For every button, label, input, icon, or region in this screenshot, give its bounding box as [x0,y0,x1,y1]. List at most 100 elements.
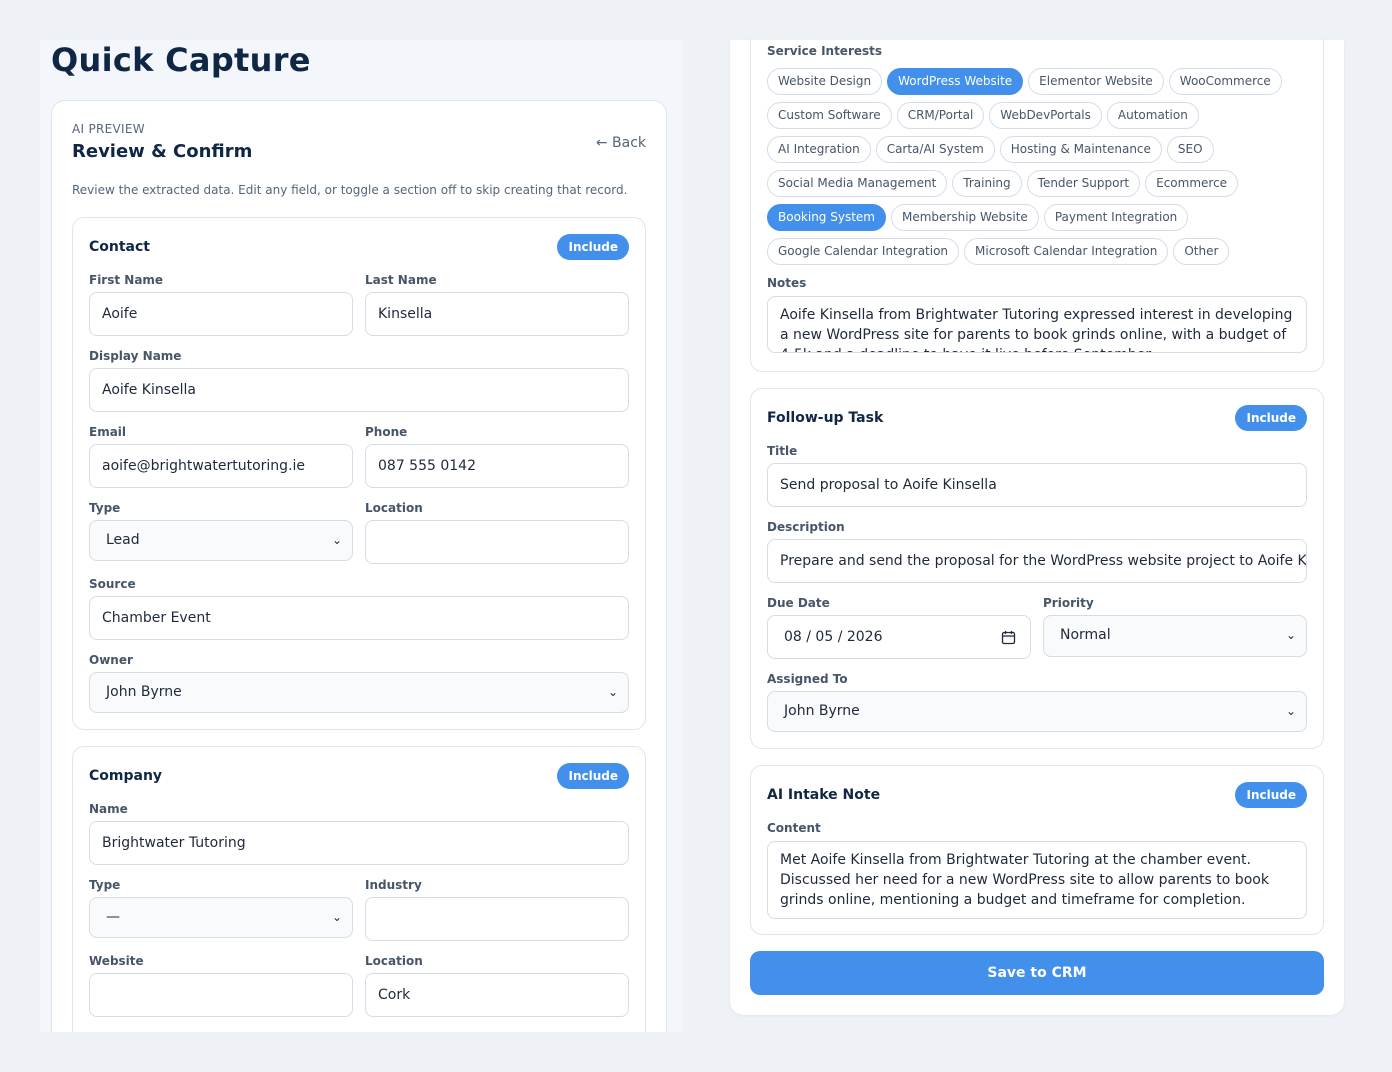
right-panel: Service Interests Website Design WordPres… [730,39,1344,1015]
notes-label: Notes [767,276,807,290]
service-interests-label: Service Interests [767,44,883,58]
phone-input[interactable]: 087 555 0142 [365,444,629,488]
notes-textarea[interactable]: Aoife Kinsella from Brightwater Tutoring… [767,296,1307,353]
service-chip[interactable]: WordPress Website [887,68,1024,95]
company-type-select[interactable]: — ⌄ [89,897,353,938]
service-chip[interactable]: Automation [1106,102,1199,129]
service-chip[interactable]: Ecommerce [1145,170,1239,197]
source-input[interactable]: Chamber Event [89,596,629,640]
company-type-value: — [106,909,120,925]
note-content-textarea[interactable]: Met Aoife Kinsella from Brightwater Tuto… [767,841,1307,919]
display-name-input[interactable]: Aoife Kinsella [89,368,629,412]
due-date-label: Due Date [767,596,830,610]
company-section: Company Include Name Brightwater Tutorin… [72,746,646,1032]
owner-select[interactable]: John Byrne ⌄ [89,672,629,713]
service-chip[interactable]: Google Calendar Integration [767,238,960,265]
preview-intro: Review the extracted data. Edit any fiel… [72,183,628,197]
task-section-title: Follow-up Task [767,410,884,426]
preview-heading: Review & Confirm [72,141,253,162]
service-chip[interactable]: AI Integration [767,136,871,163]
first-name-input[interactable]: Aoife [89,292,353,336]
contact-type-label: Type [89,501,121,515]
service-chip[interactable]: CRM/Portal [896,102,985,129]
calendar-icon[interactable] [1001,616,1016,658]
service-chip[interactable]: WooCommerce [1168,68,1282,95]
service-chip[interactable]: Training [952,170,1022,197]
display-name-label: Display Name [89,349,182,363]
company-include-toggle[interactable]: Include [557,763,629,789]
industry-label: Industry [365,878,422,892]
phone-label: Phone [365,425,408,439]
contact-section: Contact Include First Name Aoife Last Na… [72,217,646,730]
company-name-label: Name [89,802,128,816]
contact-type-select[interactable]: Lead ⌄ [89,520,353,561]
last-name-input[interactable]: Kinsella [365,292,629,336]
priority-value: Normal [1060,627,1111,643]
company-type-label: Type [89,878,121,892]
company-name-input[interactable]: Brightwater Tutoring [89,821,629,865]
preview-eyebrow: AI PREVIEW [72,122,145,136]
service-chip[interactable]: Elementor Website [1028,68,1164,95]
assigned-to-label: Assigned To [767,672,848,686]
service-chip[interactable]: SEO [1166,136,1214,163]
service-chip[interactable]: Website Design [767,68,883,95]
contact-type-value: Lead [106,532,140,548]
service-chip[interactable]: Tender Support [1026,170,1141,197]
priority-label: Priority [1043,596,1094,610]
task-title-input[interactable]: Send proposal to Aoife Kinsella [767,463,1307,507]
task-section: Follow-up Task Include Title Send propos… [750,388,1324,749]
page-title: Quick Capture [51,41,311,79]
contact-include-toggle[interactable]: Include [557,234,629,260]
email-label: Email [89,425,127,439]
task-title-label: Title [767,444,798,458]
service-chip[interactable]: Social Media Management [767,170,948,197]
due-date-input[interactable]: 08 / 05 / 2026 [767,615,1031,659]
owner-value: John Byrne [106,684,182,700]
service-interests-section: Service Interests Website Design WordPres… [750,39,1324,372]
email-input[interactable]: aoife@brightwatertutoring.ie [89,444,353,488]
task-description-input[interactable]: Prepare and send the proposal for the Wo… [767,539,1307,583]
note-section-title: AI Intake Note [767,787,881,803]
contact-section-title: Contact [89,239,150,255]
assigned-to-select[interactable]: John Byrne ⌄ [767,691,1307,732]
company-location-input[interactable]: Cork [365,973,629,1017]
contact-location-input[interactable] [365,520,629,564]
chevron-down-icon: ⌄ [331,533,342,547]
service-chip[interactable]: Custom Software [767,102,892,129]
chevron-down-icon: ⌄ [331,910,342,924]
contact-location-label: Location [365,501,423,515]
service-chip[interactable]: Booking System [767,204,886,231]
service-chip[interactable]: Hosting & Maintenance [999,136,1162,163]
chevron-down-icon: ⌄ [1285,628,1296,642]
due-date-value: 08 / 05 / 2026 [784,629,883,645]
last-name-label: Last Name [365,273,437,287]
chevron-down-icon: ⌄ [607,685,618,699]
note-section: AI Intake Note Include Content Met Aoife… [750,765,1324,935]
service-chip-list: Website Design WordPress Website Elementor… [767,68,1313,272]
service-chip[interactable]: Other [1173,238,1230,265]
website-label: Website [89,954,144,968]
preview-card: AI PREVIEW Review & Confirm ← Back Revie… [51,100,667,1032]
back-button[interactable]: ← Back [596,135,646,151]
chevron-down-icon: ⌄ [1285,704,1296,718]
service-chip[interactable]: Carta/AI System [875,136,995,163]
priority-select[interactable]: Normal ⌄ [1043,615,1307,657]
service-chip[interactable]: Microsoft Calendar Integration [964,238,1169,265]
company-location-label: Location [365,954,423,968]
company-section-title: Company [89,768,163,784]
left-panel: Quick Capture AI PREVIEW Review & Confir… [40,40,683,1032]
owner-label: Owner [89,653,133,667]
service-chip[interactable]: WebDevPortals [989,102,1102,129]
note-content-label: Content [767,821,821,835]
industry-input[interactable] [365,897,629,941]
task-description-label: Description [767,520,845,534]
source-label: Source [89,577,136,591]
service-chip[interactable]: Membership Website [890,204,1039,231]
website-input[interactable] [89,973,353,1017]
assigned-to-value: John Byrne [784,703,860,719]
note-include-toggle[interactable]: Include [1235,782,1307,808]
service-chip[interactable]: Payment Integration [1043,204,1189,231]
save-to-crm-button[interactable]: Save to CRM [750,951,1324,995]
first-name-label: First Name [89,273,164,287]
task-include-toggle[interactable]: Include [1235,405,1307,431]
